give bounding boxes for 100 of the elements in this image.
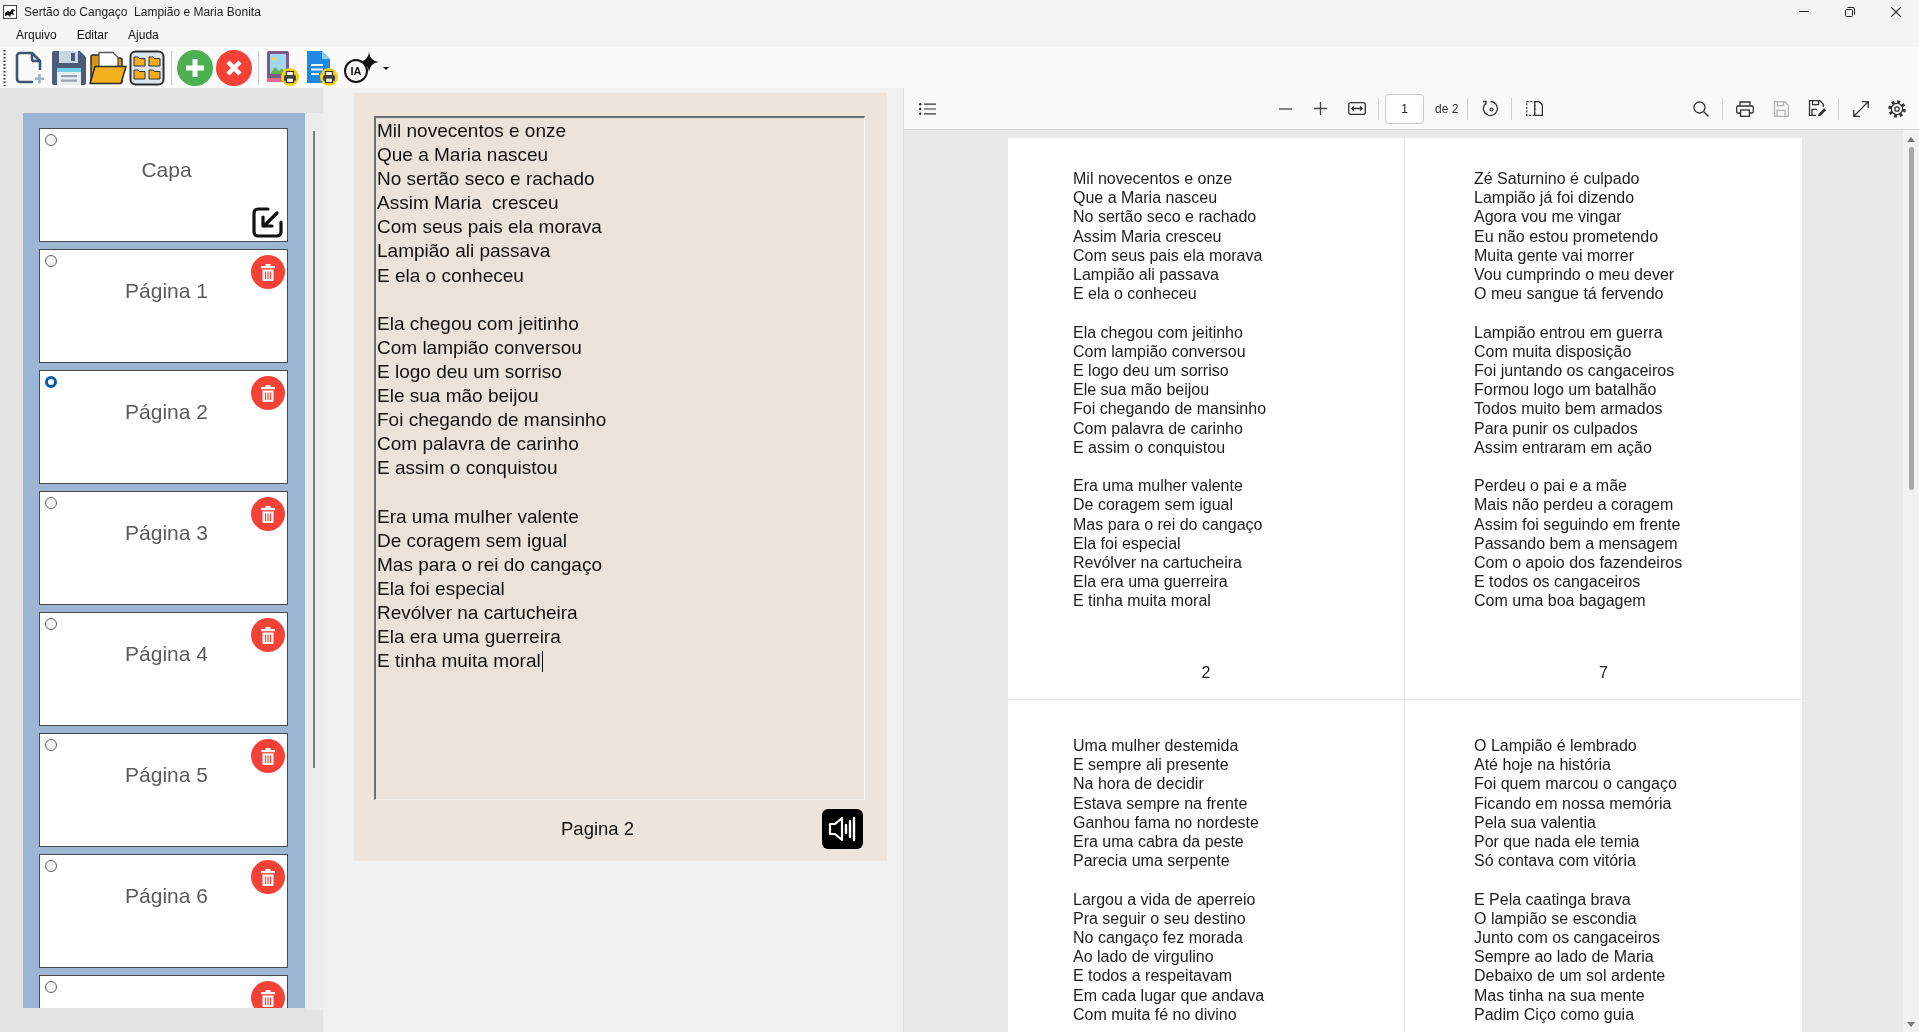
verse-line: Ela chegou com jeitinho — [1073, 322, 1243, 342]
verse-line: Mil novecentos e onze — [377, 119, 567, 143]
verse-line: Lampião entrou em guerra — [1474, 322, 1663, 342]
minus-icon — [1278, 107, 1292, 110]
fit-width-icon — [1348, 102, 1366, 115]
radio-button[interactable] — [45, 860, 57, 872]
delete-page-button[interactable] — [251, 618, 285, 652]
menu-item[interactable]: Ajuda — [118, 26, 169, 44]
verse-line: Foi quem marcou o cangaço — [1474, 774, 1677, 794]
verse-line: Ela chegou com jeitinho — [377, 311, 579, 336]
verse-line: Era uma mulher valente — [1073, 476, 1243, 496]
folder-grid-icon — [129, 49, 165, 86]
audio-button[interactable] — [822, 809, 863, 849]
verse-line: Com uma boa bagagem — [1474, 591, 1646, 611]
page-card[interactable]: Página 6 — [39, 854, 288, 968]
radio-button[interactable] — [45, 376, 57, 388]
delete-page-button[interactable] — [251, 860, 285, 894]
verse-line: Mais não perdeu a coragem — [1474, 495, 1674, 515]
radio-button[interactable] — [45, 618, 57, 630]
verse-line: Para punir os culpados — [1474, 418, 1638, 438]
verse-line: E logo deu um sorriso — [1073, 361, 1229, 381]
menu-item[interactable]: Editar — [66, 26, 119, 44]
verse-line: Todos muito bem armados — [1474, 399, 1663, 419]
page-card[interactable] — [39, 975, 288, 1008]
verse-line: Com muita disposição — [1474, 341, 1632, 361]
page-number-field[interactable]: 1 — [1385, 93, 1424, 124]
trash-icon — [261, 263, 275, 281]
scrollbar-thumb[interactable] — [313, 131, 315, 768]
verse-line: Zé Saturnino é culpado — [1474, 169, 1640, 189]
verse-line: Na hora de decidir — [1073, 774, 1204, 794]
page-card[interactable]: Página 3 — [39, 491, 288, 605]
vertical-scrollbar[interactable] — [305, 113, 323, 1010]
verse-line: De coragem sem igual — [1073, 495, 1234, 515]
verse-line: Lampião ali passava — [377, 239, 551, 264]
page-label: Página 1 — [125, 279, 208, 303]
verse-line: E tinha muita moral — [377, 649, 541, 674]
verse-line: Mil novecentos e onze — [1073, 169, 1233, 189]
verse-line: Assim Maria cresceu — [1073, 226, 1222, 246]
verse-line: Por que nada ele temia — [1474, 832, 1640, 852]
verse-line: Que a Maria nasceu — [1073, 188, 1218, 208]
radio-button[interactable] — [45, 134, 57, 146]
ai-button[interactable]: IA — [341, 47, 391, 88]
two-page-icon — [1525, 101, 1543, 116]
verse-line: Assim Maria cresceu — [377, 191, 559, 216]
remove-button[interactable] — [215, 47, 253, 88]
verse-line: Vou cumprindo o meu dever — [1474, 265, 1675, 285]
radio-button[interactable] — [45, 497, 57, 509]
verse-line: Com seus pais ela morava — [377, 215, 602, 240]
page-number: 2 — [1201, 662, 1211, 682]
page-count-label: de 2 — [1435, 101, 1459, 116]
scroll-up-icon[interactable] — [1907, 137, 1915, 142]
page-card[interactable]: Página 1 — [39, 249, 288, 363]
box-arrow-icon[interactable] — [251, 206, 284, 239]
trash-icon — [261, 989, 275, 1007]
floppy-disk-icon — [1773, 100, 1789, 117]
delete-page-button[interactable] — [251, 497, 285, 531]
new-file-icon — [14, 50, 46, 85]
verse-line: Muita gente vai morrer — [1474, 245, 1635, 265]
page-label: Página 3 — [125, 521, 208, 545]
scroll-down-icon[interactable] — [1907, 1022, 1915, 1027]
verse-line: O lampião se escondia — [1474, 908, 1637, 928]
verse-line: Perdeu o pai e a mãe — [1474, 476, 1627, 496]
page-card[interactable]: Página 5 — [39, 733, 288, 847]
verse-line: E assim o conquistou — [1073, 437, 1226, 458]
page-card[interactable]: Página 4 — [39, 612, 288, 726]
delete-page-button[interactable] — [251, 739, 285, 773]
verse-line: Com seus pais ela morava — [1073, 245, 1263, 265]
radio-button[interactable] — [45, 981, 57, 993]
scrollbar-thumb[interactable] — [1908, 147, 1914, 490]
verse-line: Assim foi seguindo em frente — [1474, 514, 1681, 534]
verse-line: E assim o conquistou — [377, 456, 558, 481]
verse-line: Só contava com vitória — [1474, 851, 1636, 871]
verse-line: E todos a respeitavam — [1073, 966, 1233, 986]
verse-line: E ela o conheceu — [1073, 284, 1197, 304]
trash-icon — [261, 868, 275, 886]
delete-page-button[interactable] — [251, 981, 285, 1008]
search-icon — [1693, 100, 1709, 117]
verse-line: E tinha muita moral — [1073, 591, 1211, 611]
verse-line: Parecia uma serpente — [1073, 851, 1230, 871]
trash-icon — [261, 384, 275, 402]
lyrics-editor[interactable] — [374, 116, 865, 800]
verse-line: Junto com os cangaceiros — [1474, 928, 1660, 948]
page-card[interactable]: Página 2 — [39, 370, 288, 484]
add-button[interactable] — [176, 47, 214, 88]
menu-item[interactable]: Arquivo — [6, 26, 67, 44]
delete-page-button[interactable] — [251, 255, 285, 289]
verse-line: Foi juntando os cangaceiros — [1474, 361, 1675, 381]
printer-icon — [1736, 100, 1754, 117]
verse-line: Ela era uma guerreira — [1073, 572, 1228, 592]
toolbar-grip-icon — [3, 49, 6, 86]
radio-button[interactable] — [45, 255, 57, 267]
verse-line: Revólver na cartucheira — [377, 600, 578, 625]
verse-line: Ela foi especial — [377, 576, 505, 601]
page-card[interactable]: Capa — [39, 128, 288, 242]
rotate-icon — [1481, 100, 1499, 117]
trash-icon — [261, 505, 275, 523]
verse-line: Com palavra de carinho — [1073, 418, 1243, 438]
delete-page-button[interactable] — [251, 376, 285, 410]
radio-button[interactable] — [45, 739, 57, 751]
verse-line: Era uma cabra da peste — [1073, 832, 1244, 852]
